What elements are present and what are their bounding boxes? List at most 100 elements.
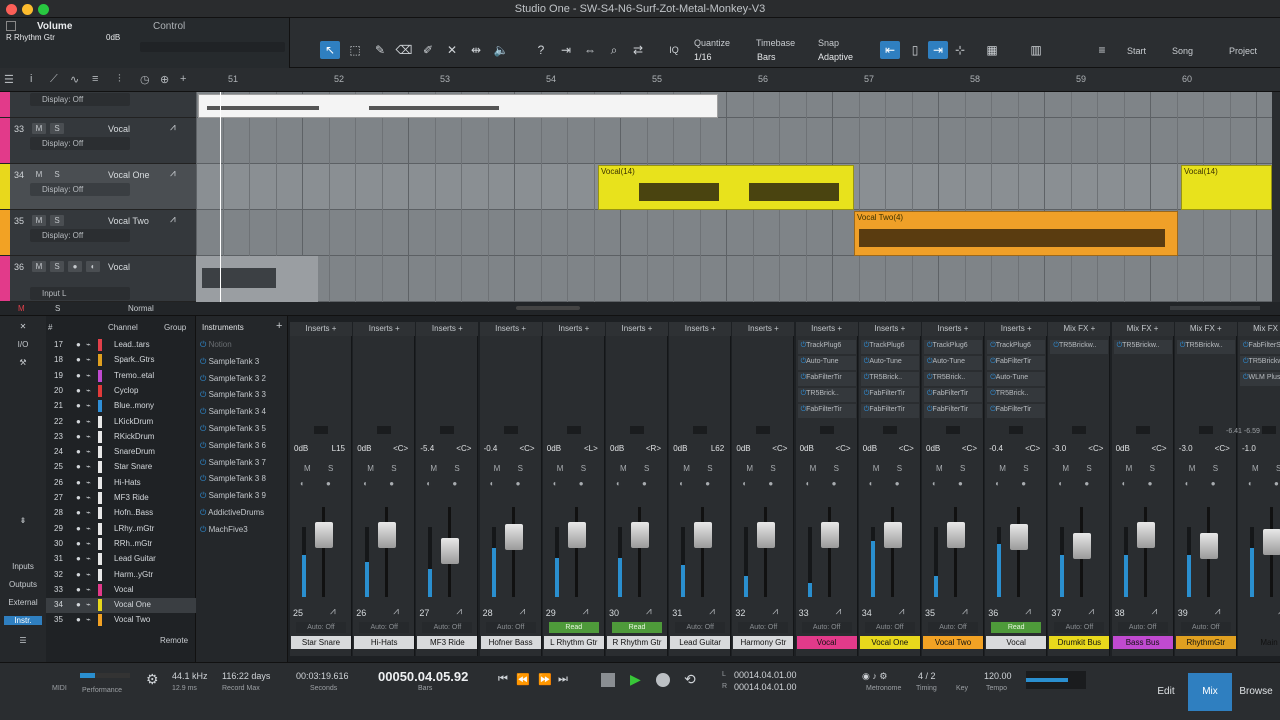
instrument-item[interactable]: ⏻ MachFive3 [200,525,248,535]
channel-name[interactable]: Lead Guitar [670,636,731,649]
send-knob[interactable] [1198,426,1213,434]
volume-fader[interactable] [757,522,776,549]
snap-value[interactable]: Adaptive [818,52,853,62]
link-icon[interactable]: ⌁ [86,462,91,471]
mute-button[interactable]: M [494,464,501,473]
automation-mode[interactable]: Auto: Off [422,622,473,633]
outputs-button[interactable]: Outputs [4,580,42,589]
quantize-value[interactable]: 1/16 [694,52,712,62]
record-arm-icon[interactable]: ● [768,479,773,488]
insert-slot[interactable]: ⏻TR5Brickw.. [1240,356,1280,370]
inserts-header[interactable]: Inserts + [922,322,984,336]
control-slider[interactable] [140,42,285,52]
solo-button[interactable]: S [1276,464,1280,473]
snap-marker-icon[interactable]: ⊹ [950,41,970,59]
record-arm-icon[interactable]: ● [68,261,82,272]
global-mute[interactable]: M [18,304,25,313]
automation-mode[interactable]: Auto: Off [675,622,726,633]
record-mode[interactable]: Normal [128,304,154,313]
volume-readout[interactable]: 0dB [673,444,687,453]
start-icon[interactable]: ≡ [1092,41,1112,59]
link-icon[interactable]: ⌁ [86,600,91,609]
paint-tool-icon[interactable]: ✐ [418,41,438,59]
mute-button[interactable]: M [1062,464,1069,473]
visible-dot-icon[interactable]: ● [76,447,81,456]
send-knob[interactable] [314,426,328,434]
visible-dot-icon[interactable]: ● [76,432,81,441]
channel-list-row[interactable]: 21 ● ⌁ Blue..mony [46,399,196,414]
volume-fader[interactable] [1199,533,1218,559]
bus-icon[interactable]: ⩘ [772,606,778,617]
insert-slot[interactable]: ⏻Auto-Tune [987,372,1046,386]
volume-fader[interactable] [378,522,397,549]
monitor-icon[interactable]: ◐ [932,479,937,488]
mute-button[interactable]: M [936,464,943,473]
bus-icon[interactable]: ⩘ [836,606,842,617]
insert-slot[interactable]: ⏻TR5Brick.. [860,372,919,386]
visible-dot-icon[interactable]: ● [76,462,81,471]
visible-dot-icon[interactable]: ● [76,554,81,563]
add-icon[interactable]: + [276,320,282,332]
record-arm-icon[interactable]: ● [832,479,837,488]
pan-readout[interactable]: <C> [962,444,977,453]
mute-button[interactable]: M [1126,464,1133,473]
automation-mode[interactable]: Read [548,622,599,633]
monitor-icon[interactable]: ◐ [742,479,747,488]
bus-icon[interactable]: ⩘ [1215,606,1221,617]
timeline-ruler[interactable]: 51 52 53 54 55 56 57 58 59 60 [196,68,1280,92]
volume-fader[interactable] [315,522,333,549]
instrument-item[interactable]: ⏻ SampleTank 3 7 [200,458,266,468]
bus-icon[interactable]: ⩘ [1025,606,1031,617]
send-knob[interactable] [1262,426,1276,434]
send-knob[interactable] [1072,426,1087,434]
nudge-icon[interactable]: ⇥ [556,41,576,59]
record-arm-icon[interactable]: ● [389,479,394,488]
automation-mode[interactable]: Auto: Off [1117,622,1168,633]
snap-grid-icon[interactable]: ⇤ [880,41,900,59]
automation-mode[interactable]: Auto: Off [928,622,978,633]
mute-button[interactable]: M [999,464,1006,473]
mute-button[interactable]: M [430,464,437,473]
power-icon[interactable]: ⏻ [200,374,209,383]
visible-dot-icon[interactable]: ● [76,585,81,594]
bend-tool-icon[interactable]: ⇹ [466,41,486,59]
volume-readout[interactable]: 0dB [357,444,371,453]
automation-mode[interactable]: Auto: Off [1054,622,1105,633]
solo-button[interactable]: S [644,464,649,473]
instrument-item[interactable]: ⏻ Notion [200,340,232,350]
instrument-item[interactable]: ⏻ SampleTank 3 3 [200,390,266,400]
inserts-header[interactable]: Inserts + [795,322,858,336]
monitor-icon[interactable]: ◐ [806,479,811,488]
rewind-icon[interactable]: ⏪ [516,673,530,686]
volume-readout[interactable]: 0dB [1116,444,1130,453]
autoscroll-icon[interactable]: ⇄ [628,41,648,59]
pan-readout[interactable]: <C> [456,444,471,453]
stop-button[interactable] [601,673,615,687]
visible-dot-icon[interactable]: ● [76,340,81,349]
channel-name[interactable]: RhythmGtr [1175,636,1236,649]
solo-button[interactable]: S [1213,464,1218,473]
volume-readout[interactable]: 0dB [610,444,624,453]
pan-readout[interactable]: <C> [1151,444,1166,453]
inserts-header[interactable]: Inserts + [353,322,416,336]
solo-button[interactable]: S [391,464,396,473]
inserts-header[interactable]: Inserts + [669,322,732,336]
insert-slot[interactable]: ⏻TrackPlug6 [860,340,919,354]
channel-list-row[interactable]: 31 ● ⌁ Lead Guitar [46,552,196,567]
channel-list-row[interactable]: 17 ● ⌁ Lead..tars [46,338,196,353]
end-icon[interactable]: ⏭ [558,673,568,686]
insert-slot[interactable]: ⏻FabFilterTir [860,404,919,418]
channel-name[interactable]: MF3 Ride [417,636,478,649]
metronome-icon[interactable]: ◉ ♪ ⚙ [862,671,887,682]
instrument-item[interactable]: ⏻ AddictiveDrums [200,508,264,518]
power-icon[interactable]: ⏻ [200,508,208,517]
solo-button[interactable]: S [50,215,64,226]
insert-slot[interactable]: ⏻TR5Brick.. [797,388,856,402]
volume-fader[interactable] [820,522,839,549]
pan-readout[interactable]: <C> [519,444,534,453]
link-icon[interactable]: ⌁ [86,340,91,349]
record-arm-icon[interactable]: ● [642,479,647,488]
mute-button[interactable]: M [683,464,690,473]
send-knob[interactable] [377,426,392,434]
insert-slot[interactable]: ⏻TR5Brick.. [987,388,1046,402]
